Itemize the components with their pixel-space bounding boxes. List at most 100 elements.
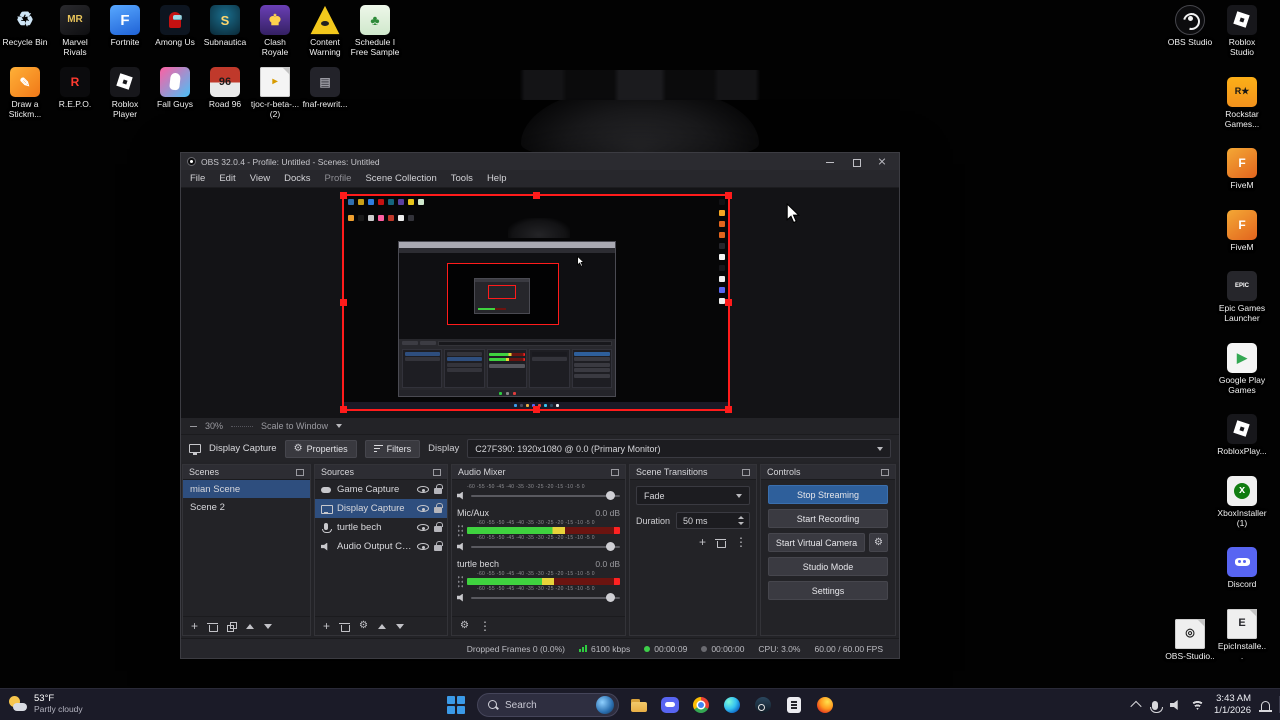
- volume-slider-handle[interactable]: [605, 593, 615, 602]
- minimize-button[interactable]: [825, 157, 835, 167]
- desktop-icon-tjoc-r-beta-2[interactable]: ▸ tjoc-r-beta-... (2): [250, 67, 300, 119]
- volume-slider-handle[interactable]: [605, 542, 615, 551]
- volume-slider-handle[interactable]: [605, 491, 615, 500]
- desktop-icon-among-us[interactable]: Among Us: [150, 5, 200, 57]
- add-scene-button[interactable]: +: [191, 620, 198, 632]
- resize-handle-sw[interactable]: [340, 406, 347, 413]
- button-settings[interactable]: Settings: [768, 581, 888, 600]
- spinner-arrows-icon[interactable]: [738, 516, 744, 525]
- scale-mode-select[interactable]: Scale to Window: [261, 421, 328, 431]
- lock-icon[interactable]: [434, 541, 443, 551]
- resize-handle-ne[interactable]: [725, 192, 732, 199]
- notification-bell-icon[interactable]: [1258, 700, 1272, 712]
- dock-popout-icon[interactable]: [433, 468, 441, 476]
- scene-item-mian-scene[interactable]: mian Scene: [183, 480, 310, 498]
- duration-input[interactable]: 50 ms: [676, 512, 750, 529]
- menu-scene-collection[interactable]: Scene Collection: [358, 170, 443, 187]
- menu-help[interactable]: Help: [480, 170, 514, 187]
- visibility-icon[interactable]: [417, 543, 429, 550]
- desktop-icon-robloxplay[interactable]: RobloxPlay...: [1217, 414, 1267, 456]
- add-transition-button[interactable]: +: [699, 536, 706, 548]
- tray-overflow-chevron-icon[interactable]: [1130, 700, 1142, 713]
- remove-transition-button[interactable]: [715, 538, 726, 548]
- desktop-icon-r-e-p-o[interactable]: R R.E.P.O.: [50, 67, 100, 119]
- add-source-button[interactable]: +: [323, 620, 330, 632]
- advanced-audio-button[interactable]: ⚙: [460, 621, 469, 631]
- button-stop-streaming[interactable]: Stop Streaming: [768, 485, 888, 504]
- remove-source-button[interactable]: [339, 622, 351, 632]
- properties-button[interactable]: ⚙ Properties: [284, 439, 357, 458]
- dock-popout-icon[interactable]: [296, 468, 304, 476]
- menu-docks[interactable]: Docks: [277, 170, 317, 187]
- button-start-virtual-camera[interactable]: Start Virtual Camera: [768, 533, 865, 552]
- desktop-icon-recycle-bin[interactable]: ♻ Recycle Bin: [0, 5, 50, 57]
- move-scene-up-button[interactable]: [246, 623, 255, 629]
- obs-titlebar[interactable]: OBS 32.0.4 - Profile: Untitled - Scenes:…: [181, 153, 899, 170]
- desktop-icon-fivem[interactable]: F FiveM: [1217, 148, 1267, 190]
- menu-profile[interactable]: Profile: [318, 170, 359, 187]
- scene-filters-button[interactable]: [227, 621, 238, 632]
- resize-handle-n[interactable]: [532, 192, 540, 199]
- desktop-icon-road-96[interactable]: 96 Road 96: [200, 67, 250, 119]
- filters-button[interactable]: Filters: [364, 439, 421, 458]
- desktop-icon-obs-studio[interactable]: ◎ OBS-Studio..: [1165, 618, 1215, 661]
- button-studio-mode[interactable]: Studio Mode: [768, 557, 888, 576]
- maximize-button[interactable]: [851, 157, 861, 167]
- desktop-icon-google-play-games[interactable]: ▶ Google Play Games: [1217, 342, 1267, 395]
- folder-icon[interactable]: [628, 694, 650, 716]
- resize-handle-se[interactable]: [725, 406, 732, 413]
- source-item-turtle-bech[interactable]: turtle bech: [315, 518, 447, 537]
- display-select[interactable]: C27F390: 1920x1080 @ 0.0 (Primary Monito…: [467, 439, 891, 458]
- resize-handle-e[interactable]: [725, 299, 732, 306]
- desktop-icon-marvel-rivals[interactable]: MR Marvel Rivals: [50, 5, 100, 57]
- volume-slider[interactable]: [471, 542, 620, 551]
- visibility-icon[interactable]: [417, 524, 429, 531]
- firefox-icon[interactable]: [814, 694, 836, 716]
- desktop-icon-discord[interactable]: Discord: [1217, 547, 1267, 589]
- desktop-icon-roblox-studio[interactable]: Roblox Studio: [1217, 5, 1267, 57]
- move-source-down-button[interactable]: [395, 623, 404, 629]
- edge-icon[interactable]: [721, 694, 743, 716]
- move-scene-down-button[interactable]: [264, 623, 273, 629]
- desktop-icon-content-warning[interactable]: Content Warning: [300, 5, 350, 57]
- volume-slider[interactable]: [471, 593, 620, 602]
- desktop-icon-epic-games-launcher[interactable]: EPIC Epic Games Launcher: [1217, 271, 1267, 323]
- visibility-icon[interactable]: [417, 505, 429, 512]
- preview-capture-source[interactable]: [340, 192, 732, 413]
- search-input[interactable]: [505, 699, 581, 711]
- epic-icon[interactable]: [783, 694, 805, 716]
- resize-handle-nw[interactable]: [340, 192, 347, 199]
- volume-tray-icon[interactable]: [1170, 700, 1178, 710]
- desktop-icon-draw-a-stickm[interactable]: ✎ Draw a Stickm...: [0, 67, 50, 119]
- source-item-audio-output-cap[interactable]: Audio Output Cap...: [315, 537, 447, 556]
- desktop-icon-fall-guys[interactable]: Fall Guys: [150, 67, 200, 119]
- menu-tools[interactable]: Tools: [444, 170, 480, 187]
- desktop-icon-schedule-i-free-sample[interactable]: ♣ Schedule I Free Sample: [350, 5, 400, 57]
- desktop-icon-fnaf-rewrit[interactable]: ▤ fnaf-rewrit...: [300, 67, 350, 119]
- lock-icon[interactable]: [434, 522, 443, 532]
- desktop-icon-clash-royale[interactable]: ♚ Clash Royale: [250, 5, 300, 57]
- chrome-icon[interactable]: [690, 694, 712, 716]
- resize-handle-s[interactable]: [532, 406, 540, 413]
- desktop-icon-epicinstalle[interactable]: E EpicInstalle...: [1217, 608, 1267, 661]
- mixer-menu-icon[interactable]: ⋮: [479, 620, 491, 632]
- menu-edit[interactable]: Edit: [212, 170, 242, 187]
- volume-slider[interactable]: [471, 491, 620, 500]
- remove-scene-button[interactable]: [207, 622, 219, 632]
- transition-select[interactable]: Fade: [636, 486, 750, 505]
- source-item-game-capture[interactable]: Game Capture: [315, 480, 447, 499]
- desktop-icon-roblox-player[interactable]: Roblox Player: [100, 67, 150, 119]
- microphone-tray-icon[interactable]: [1149, 700, 1163, 713]
- zoom-out-icon[interactable]: [190, 425, 197, 427]
- move-source-up-button[interactable]: [377, 623, 386, 629]
- discord-icon[interactable]: [659, 694, 681, 716]
- dock-popout-icon[interactable]: [611, 468, 619, 476]
- close-button[interactable]: [877, 157, 887, 167]
- clock[interactable]: 3:43 AM 1/1/2026: [1214, 693, 1251, 717]
- desktop-icon-fivem[interactable]: F FiveM: [1217, 209, 1267, 252]
- dock-popout-icon[interactable]: [881, 468, 889, 476]
- source-properties-button[interactable]: ⚙: [359, 621, 368, 631]
- desktop-icon-xboxinstaller-1[interactable]: x XboxInstaller (1): [1217, 475, 1267, 528]
- lock-icon[interactable]: [434, 484, 443, 494]
- obs-window[interactable]: OBS 32.0.4 - Profile: Untitled - Scenes:…: [180, 152, 900, 659]
